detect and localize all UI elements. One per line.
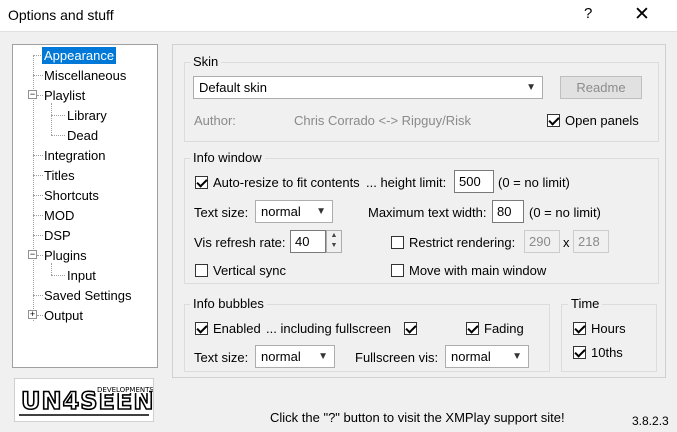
tree-item-plugins[interactable]: Plugins xyxy=(44,247,87,264)
bubbles-fullscreen-label: ... including fullscreen xyxy=(266,321,392,336)
restrict-width-input[interactable]: 290 xyxy=(524,230,560,253)
tree-item-dead[interactable]: Dead xyxy=(67,127,98,144)
info-bubbles-group-label: Info bubbles xyxy=(190,296,267,311)
tree-item-input[interactable]: Input xyxy=(67,267,96,284)
author-label: Author: xyxy=(194,113,236,128)
skin-select[interactable]: Default skin ▼ xyxy=(193,76,543,99)
fullscreen-vis-select[interactable]: normal ▼ xyxy=(445,345,529,368)
chevron-down-icon: ▼ xyxy=(526,82,536,93)
time-group xyxy=(561,304,657,372)
tree-item-dsp[interactable]: DSP xyxy=(44,227,71,244)
plugins-collapse-icon[interactable]: − xyxy=(28,250,37,259)
author-value: Chris Corrado <-> Ripguy/Risk xyxy=(294,113,472,128)
restrict-x-label: x xyxy=(563,235,570,250)
chevron-down-icon: ▼ xyxy=(318,351,328,362)
tree-item-saved-settings[interactable]: Saved Settings xyxy=(44,287,131,304)
bubbles-text-size-value: normal xyxy=(261,349,301,364)
tree-item-miscellaneous[interactable]: Miscellaneous xyxy=(44,67,126,84)
open-panels-checkbox[interactable] xyxy=(547,114,560,127)
height-limit-input[interactable]: 500 xyxy=(454,170,494,193)
tree-item-titles[interactable]: Titles xyxy=(44,167,75,184)
move-with-main-label: Move with main window xyxy=(409,263,547,278)
title-bar: Options and stuff ? ✕ xyxy=(0,0,677,32)
tree-item-mod[interactable]: MOD xyxy=(44,207,74,224)
chevron-down-icon: ▼ xyxy=(316,206,326,217)
max-width-hint: (0 = no limit) xyxy=(529,205,601,220)
bubbles-enabled-checkbox[interactable] xyxy=(195,322,208,335)
bubbles-fullscreen-checkbox[interactable] xyxy=(404,322,417,335)
move-with-main-checkbox[interactable] xyxy=(391,264,404,277)
time-tenths-label: 10ths xyxy=(591,345,623,360)
time-hours-label: Hours xyxy=(591,321,626,336)
chevron-down-icon: ▼ xyxy=(512,351,522,362)
time-group-label: Time xyxy=(568,296,603,311)
restrict-rendering-label: Restrict rendering: xyxy=(409,235,516,250)
open-panels-label: Open panels xyxy=(565,113,639,128)
info-window-group-label: Info window xyxy=(190,150,265,165)
time-tenths-checkbox[interactable] xyxy=(573,346,586,359)
svg-text:DEVELOPMENTS: DEVELOPMENTS xyxy=(97,386,153,394)
bubbles-fading-checkbox[interactable] xyxy=(466,322,479,335)
max-width-input[interactable]: 80 xyxy=(492,200,524,223)
text-size-select[interactable]: normal ▼ xyxy=(255,200,333,223)
bubbles-fading-label: Fading xyxy=(484,321,524,336)
options-tree[interactable]: − − + Appearance Miscellaneous Playlist … xyxy=(12,44,158,368)
fullscreen-vis-value: normal xyxy=(451,349,491,364)
vis-refresh-input[interactable]: 40 xyxy=(290,230,326,253)
restrict-height-input[interactable]: 218 xyxy=(573,230,609,253)
output-expand-icon[interactable]: + xyxy=(28,310,37,319)
time-hours-checkbox[interactable] xyxy=(573,322,586,335)
bubbles-enabled-label: Enabled xyxy=(213,321,261,336)
vis-refresh-spinner[interactable]: ▲ ▼ xyxy=(326,230,342,253)
restrict-rendering-checkbox[interactable] xyxy=(391,236,404,249)
tree-item-playlist[interactable]: Playlist xyxy=(44,87,85,104)
close-button[interactable]: ✕ xyxy=(634,3,650,26)
height-limit-hint: (0 = no limit) xyxy=(498,175,570,190)
tree-item-output[interactable]: Output xyxy=(44,307,83,324)
help-button[interactable]: ? xyxy=(584,5,592,22)
bubbles-text-size-label: Text size: xyxy=(194,350,249,365)
text-size-value: normal xyxy=(261,204,301,219)
tree-item-shortcuts[interactable]: Shortcuts xyxy=(44,187,99,204)
window-title: Options and stuff xyxy=(8,7,114,23)
max-width-label: Maximum text width: xyxy=(368,205,487,220)
text-size-label: Text size: xyxy=(194,205,249,220)
auto-resize-label: Auto-resize to fit contents xyxy=(213,175,360,190)
vis-refresh-label: Vis refresh rate: xyxy=(194,235,286,250)
skin-select-value: Default skin xyxy=(199,80,267,95)
version-label: 3.8.2.3 xyxy=(632,414,669,428)
tree-item-library[interactable]: Library xyxy=(67,107,107,124)
playlist-collapse-icon[interactable]: − xyxy=(28,90,37,99)
spin-down-icon[interactable]: ▼ xyxy=(327,241,341,251)
tree-item-appearance[interactable]: Appearance xyxy=(42,47,117,64)
appearance-panel: Skin Default skin ▼ Readme Author: Chris… xyxy=(172,44,666,378)
spin-up-icon[interactable]: ▲ xyxy=(327,231,341,241)
tree-item-integration[interactable]: Integration xyxy=(44,147,105,164)
status-text: Click the "?" button to visit the XMPlay… xyxy=(270,410,565,425)
skin-group xyxy=(184,62,659,142)
auto-resize-checkbox[interactable] xyxy=(195,176,208,189)
vertical-sync-checkbox[interactable] xyxy=(195,264,208,277)
fullscreen-vis-label: Fullscreen vis: xyxy=(355,350,439,365)
readme-button[interactable]: Readme xyxy=(560,76,642,99)
vertical-sync-label: Vertical sync xyxy=(213,263,286,278)
bubbles-text-size-select[interactable]: normal ▼ xyxy=(255,345,335,368)
un4seen-logo[interactable]: UN4SEEN DEVELOPMENTS xyxy=(14,378,154,422)
height-limit-label: ... height limit: xyxy=(366,175,447,190)
skin-group-label: Skin xyxy=(190,54,222,69)
